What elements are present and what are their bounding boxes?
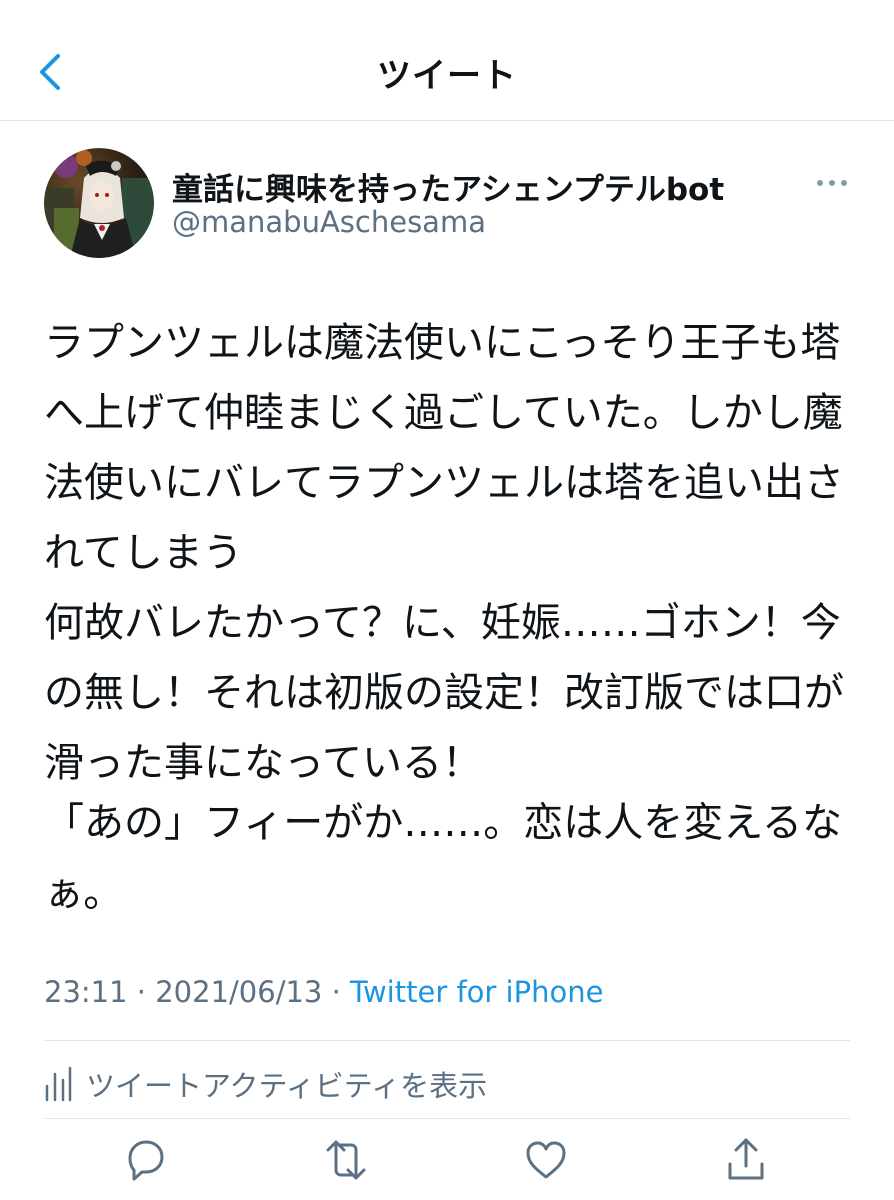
avatar[interactable] bbox=[44, 148, 154, 258]
divider bbox=[44, 1040, 850, 1041]
tweet-text: ラプンツェルは魔法使いにこっそり王子も塔へ上げて仲睦まじく過ごしていた。しかし魔… bbox=[44, 320, 844, 786]
meta-separator: · bbox=[127, 975, 156, 1009]
tweet-activity-label: ツイートアクティビティを表示 bbox=[86, 1069, 488, 1103]
retweet-button[interactable] bbox=[320, 1136, 368, 1184]
user-handle[interactable]: @manabuAschesama bbox=[172, 205, 486, 239]
bar-chart-icon bbox=[45, 1066, 72, 1102]
tweet-date[interactable]: 2021/06/13 bbox=[155, 975, 322, 1009]
tweet-time[interactable]: 23:11 bbox=[44, 975, 128, 1009]
more-horizontal-icon bbox=[817, 180, 847, 186]
page-title: ツイート bbox=[377, 56, 517, 96]
tweet-source-link[interactable]: Twitter for iPhone bbox=[350, 975, 603, 1009]
top-bar: ツイート bbox=[0, 0, 894, 121]
share-button[interactable] bbox=[722, 1136, 770, 1184]
like-button[interactable] bbox=[522, 1136, 570, 1184]
share-icon bbox=[728, 1138, 764, 1180]
heart-icon bbox=[526, 1141, 566, 1179]
retweet-icon bbox=[326, 1140, 366, 1180]
divider bbox=[44, 1118, 850, 1119]
tweet-text-continued: 「あの」フィーがか……。恋は人を変えるなぁ。 bbox=[44, 800, 842, 916]
reply-icon bbox=[128, 1140, 164, 1181]
display-name[interactable]: 童話に興味を持ったアシェンプテルbot bbox=[172, 164, 724, 209]
meta-separator: · bbox=[322, 975, 351, 1009]
reply-button[interactable] bbox=[122, 1136, 170, 1184]
more-options-button[interactable] bbox=[812, 168, 852, 198]
tweet-meta: 23:11 · 2021/06/13 · Twitter for iPhone bbox=[44, 975, 603, 1009]
avatar-image bbox=[44, 148, 154, 258]
tweet-activity-link[interactable]: ツイートアクティビティを表示 bbox=[44, 1062, 487, 1106]
